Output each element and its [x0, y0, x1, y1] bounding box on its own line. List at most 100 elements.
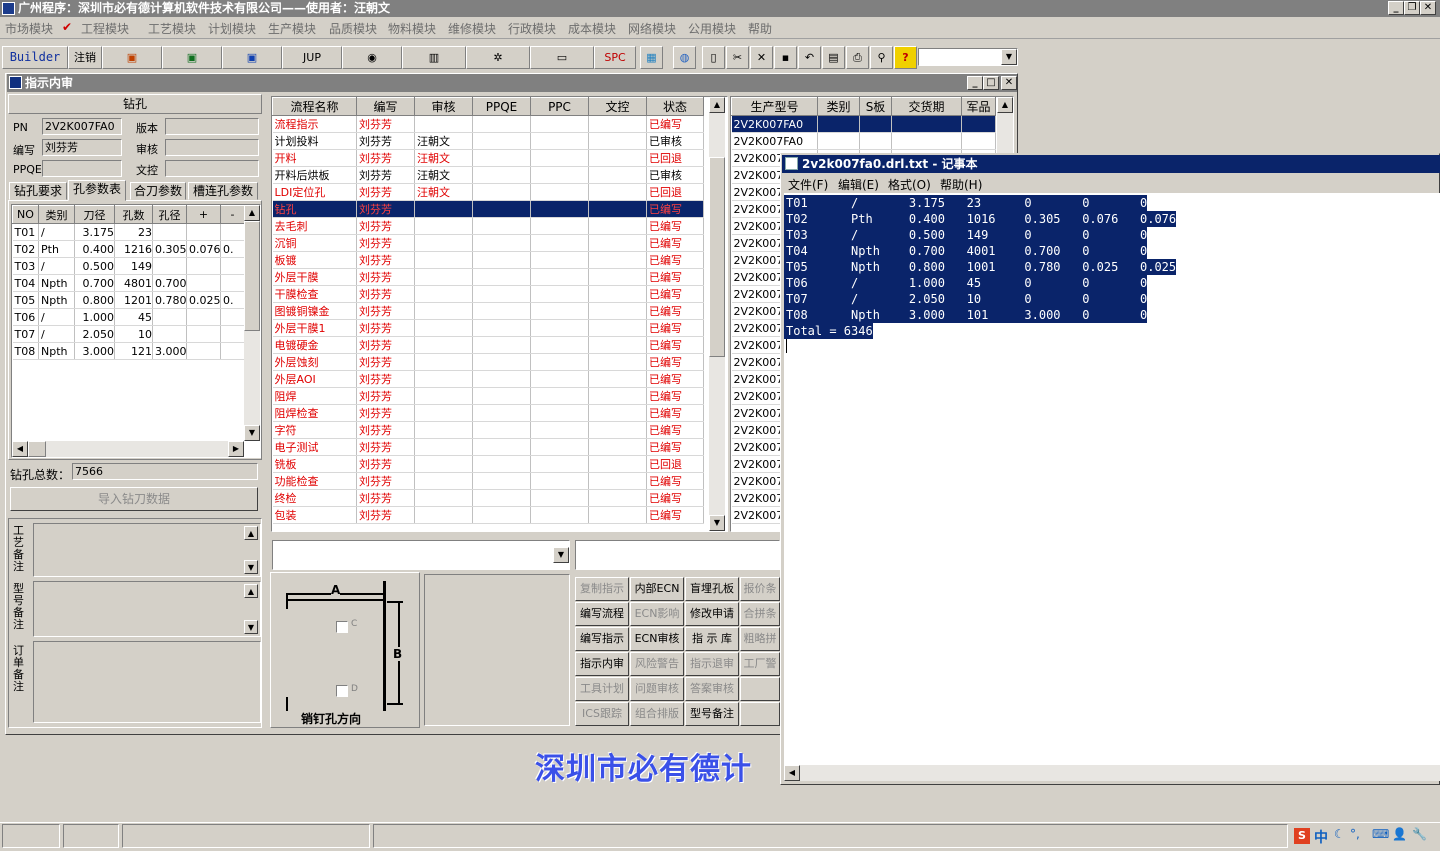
flow-cell[interactable]	[472, 455, 531, 473]
flow-cell[interactable]	[472, 336, 531, 354]
action-button[interactable]: 工厂警	[740, 652, 780, 676]
database-icon[interactable]: ▥	[402, 46, 466, 69]
flow-cell[interactable]	[530, 149, 589, 167]
flow-cell[interactable]	[530, 166, 589, 184]
flow-cell[interactable]: 图镀铜镍金	[272, 302, 357, 320]
flow-combo[interactable]: ▼	[272, 540, 570, 570]
hole-cell[interactable]: Npth	[38, 342, 75, 360]
model-cell-empty[interactable]	[961, 132, 996, 150]
menu-engineering[interactable]: 工程模块	[81, 20, 129, 37]
flow-cell[interactable]: 已编写	[646, 336, 704, 354]
flow-cell[interactable]: 已回退	[646, 183, 704, 201]
hole-table-hscroll[interactable]: ◀ ▶	[12, 441, 244, 457]
logout-button[interactable]: 注销	[68, 46, 102, 69]
flow-cell[interactable]: 包装	[272, 506, 357, 524]
flow-cell[interactable]: 刘芬芳	[356, 370, 415, 388]
flow-col-header[interactable]: 流程名称	[272, 97, 357, 116]
flow-cell[interactable]: 外层AOI	[272, 370, 357, 388]
writer-field[interactable]: 刘芬芳	[42, 139, 122, 156]
builder-button[interactable]: Builder	[2, 46, 68, 69]
action-button[interactable]: 工具计划	[575, 677, 629, 701]
flow-col-header[interactable]: 编写	[356, 97, 415, 116]
flow-cell[interactable]	[414, 251, 473, 269]
flow-cell[interactable]	[472, 319, 531, 337]
minimize-button[interactable]: _	[1388, 1, 1404, 15]
flow-cell[interactable]	[472, 132, 531, 150]
flow-cell[interactable]: 沉铜	[272, 234, 357, 252]
hole-col-header[interactable]: 孔数	[114, 205, 153, 224]
flow-cell[interactable]	[472, 251, 531, 269]
menu-admin[interactable]: 行政模块	[508, 20, 556, 37]
flow-cell[interactable]	[530, 132, 589, 150]
flow-cell[interactable]: 终检	[272, 489, 357, 507]
flow-cell[interactable]	[414, 285, 473, 303]
hole-cell[interactable]: 23	[114, 223, 153, 241]
hole-cell[interactable]: 45	[114, 308, 153, 326]
action-button[interactable]: 指 示 库	[685, 627, 739, 651]
flow-cell[interactable]: 已回退	[646, 149, 704, 167]
help-icon[interactable]: ?	[894, 46, 917, 69]
flow-cell[interactable]: 已编写	[646, 506, 704, 524]
action-button[interactable]: ECN审核	[630, 627, 684, 651]
close-button[interactable]: ✕	[1420, 1, 1436, 15]
scroll-thumb[interactable]	[244, 221, 260, 331]
notepad-line[interactable]: T01 / 3.175 23 0 0 0	[784, 195, 1148, 211]
model-cell-empty[interactable]	[817, 132, 860, 150]
flow-cell[interactable]: 已编写	[646, 200, 704, 218]
model-cell-empty[interactable]	[891, 132, 962, 150]
flow-cell[interactable]	[588, 455, 647, 473]
flow-row[interactable]: 电镀硬金 刘芬芳 已编写	[272, 336, 704, 354]
flow-cell[interactable]: 已编写	[646, 251, 704, 269]
flow-row[interactable]: 外层干膜1 刘芬芳 已编写	[272, 319, 704, 337]
model-cell[interactable]: 2V2K007FA0	[731, 115, 818, 133]
flow-cell[interactable]	[472, 234, 531, 252]
flow-cell[interactable]	[588, 302, 647, 320]
action-button[interactable]: 型号备注	[685, 702, 739, 726]
flow-cell[interactable]: 已编写	[646, 421, 704, 439]
flow-cell[interactable]	[530, 489, 589, 507]
flow-cell[interactable]: 阻焊检查	[272, 404, 357, 422]
hole-cell[interactable]: 3.000	[152, 342, 187, 360]
action-button[interactable]: 答案审核	[685, 677, 739, 701]
flow-cell[interactable]: 已编写	[646, 438, 704, 456]
hole-table-row[interactable]: T08 Npth 3.000 121 3.000	[12, 342, 245, 360]
action-button[interactable]: 组合排版	[630, 702, 684, 726]
flow-cell[interactable]	[588, 217, 647, 235]
flow-row[interactable]: 功能检查 刘芬芳 已编写	[272, 472, 704, 490]
flow-cell[interactable]: 板镀	[272, 251, 357, 269]
notepad-menu-format[interactable]: 格式(O)	[888, 176, 931, 193]
action-button[interactable]: 报价条	[740, 577, 780, 601]
hole-col-header[interactable]: 孔径	[152, 205, 187, 224]
action-button[interactable]: 盲埋孔板	[685, 577, 739, 601]
flow-cell[interactable]	[472, 115, 531, 133]
flow-cell[interactable]: 已编写	[646, 217, 704, 235]
flow-cell[interactable]: 刘芬芳	[356, 132, 415, 150]
flow-cell[interactable]	[530, 268, 589, 286]
flow-cell[interactable]: 刘芬芳	[356, 166, 415, 184]
flow-cell[interactable]	[472, 268, 531, 286]
flow-cell[interactable]	[472, 438, 531, 456]
flow-cell[interactable]	[530, 438, 589, 456]
moon-icon[interactable]: ☾	[1334, 827, 1345, 841]
flow-cell[interactable]: 去毛刺	[272, 217, 357, 235]
flow-cell[interactable]	[414, 200, 473, 218]
tab-merge-parameters[interactable]: 合刀参数	[130, 182, 186, 200]
action-button[interactable]: 内部ECN	[630, 577, 684, 601]
notepad-line[interactable]: T04 Npth 0.700 4001 0.700 0 0	[784, 243, 1148, 259]
flow-cell[interactable]: 钻孔	[272, 200, 357, 218]
flow-row[interactable]: 终检 刘芬芳 已编写	[272, 489, 704, 507]
tab-drill-requirements[interactable]: 钻孔要求	[9, 182, 67, 200]
undo-icon[interactable]: ↶	[798, 46, 821, 69]
hole-col-header[interactable]: NO	[12, 205, 39, 224]
spc-button[interactable]: SPC	[594, 46, 636, 69]
flow-cell[interactable]	[414, 370, 473, 388]
wrench-icon[interactable]: 🔧	[1412, 827, 1427, 841]
hscroll-thumb[interactable]	[28, 441, 46, 457]
pn-field[interactable]: 2V2K007FA0	[42, 118, 122, 135]
flow-cell[interactable]	[472, 472, 531, 490]
menu-network[interactable]: 网络模块	[628, 20, 676, 37]
scroll-down-icon[interactable]: ▼	[244, 560, 258, 574]
flow-cell[interactable]: 刘芬芳	[356, 302, 415, 320]
hole-cell[interactable]: 2.050	[74, 325, 115, 343]
tab-slot-parameters[interactable]: 槽连孔参数	[188, 182, 258, 200]
